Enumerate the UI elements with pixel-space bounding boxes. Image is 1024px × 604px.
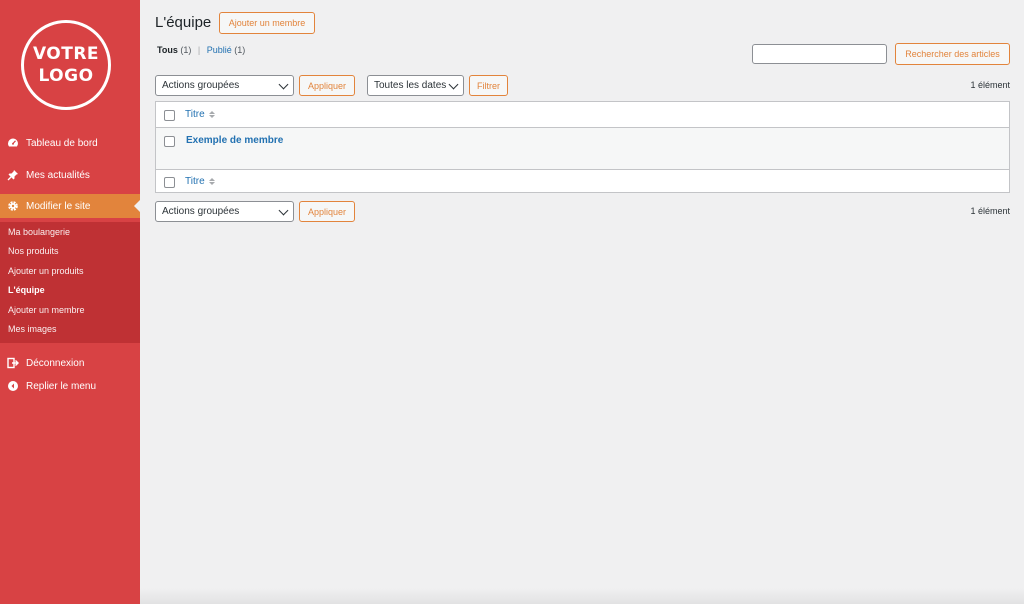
date-filter-select[interactable]: Toutes les dates: [367, 75, 464, 96]
logo-line-2: LOGO: [38, 66, 94, 86]
site-logo[interactable]: VOTRE LOGO: [21, 20, 111, 110]
column-title-header[interactable]: Titre: [185, 109, 205, 120]
row-title-link[interactable]: Exemple de membre: [186, 135, 283, 146]
search-input[interactable]: [752, 44, 887, 64]
sidebar-item-news[interactable]: Mes actualités: [0, 163, 140, 187]
gear-icon: [7, 200, 19, 212]
chevron-down-icon: [278, 205, 289, 216]
bulk-actions-select-top[interactable]: Actions groupées: [155, 75, 294, 96]
select-value: Actions groupées: [162, 206, 240, 217]
chevron-down-icon: [278, 79, 289, 90]
filter-published[interactable]: Publié: [207, 45, 232, 55]
pin-icon: [7, 169, 19, 181]
submenu-item-team[interactable]: L'équipe: [8, 285, 45, 295]
sidebar-item-dashboard[interactable]: Tableau de bord: [0, 131, 140, 155]
collapse-icon: [7, 380, 19, 392]
logo-line-1: VOTRE: [32, 44, 100, 64]
admin-sidebar: VOTRE LOGO Tableau de bord Mes actualité…: [0, 0, 140, 604]
status-filters: Tous (1) | Publié (1): [157, 45, 245, 55]
filter-published-count: (1): [234, 45, 246, 55]
sidebar-item-label: Tableau de bord: [26, 137, 98, 149]
submenu-item-add-product[interactable]: Ajouter un produits: [8, 266, 84, 276]
submenu-item-images[interactable]: Mes images: [8, 324, 57, 334]
filter-all[interactable]: Tous: [157, 45, 178, 55]
select-value: Toutes les dates: [374, 80, 447, 91]
sidebar-item-label: Replier le menu: [26, 380, 97, 392]
logout-icon: [7, 357, 19, 369]
page-title: L'équipe: [155, 14, 212, 31]
column-title-footer[interactable]: Titre: [185, 176, 205, 187]
posts-table: Titre Exemple de membre Titre: [155, 101, 1010, 193]
submenu-item-products[interactable]: Nos produits: [8, 246, 59, 256]
bulk-actions-select-bottom[interactable]: Actions groupées: [155, 201, 294, 222]
filter-all-count: (1): [180, 45, 192, 55]
sort-icon[interactable]: [209, 111, 215, 118]
table-row: Exemple de membre: [156, 128, 1009, 169]
submenu-item-bakery[interactable]: Ma boulangerie: [8, 227, 70, 237]
page-bottom-edge: [140, 588, 1024, 604]
dashboard-icon: [7, 137, 19, 149]
table-footer: Titre: [156, 169, 1009, 193]
sidebar-item-label: Déconnexion: [26, 357, 85, 369]
sidebar-item-label: Modifier le site: [26, 200, 91, 212]
sidebar-collapse-button[interactable]: Replier le menu: [0, 374, 140, 398]
filter-separator: |: [197, 45, 201, 55]
submenu-item-add-member[interactable]: Ajouter un membre: [8, 305, 85, 315]
add-member-button[interactable]: Ajouter un membre: [219, 12, 315, 34]
sidebar-submenu: Ma boulangerie Nos produits Ajouter un p…: [0, 222, 140, 343]
select-all-checkbox[interactable]: [164, 110, 175, 121]
items-count-bottom: 1 élément: [970, 206, 1010, 216]
row-checkbox[interactable]: [164, 136, 175, 147]
chevron-down-icon: [448, 79, 459, 90]
select-all-checkbox-footer[interactable]: [164, 177, 175, 188]
table-header: Titre: [156, 102, 1009, 128]
sidebar-item-logout[interactable]: Déconnexion: [0, 351, 140, 375]
filter-button[interactable]: Filtrer: [469, 75, 508, 96]
apply-button-bottom[interactable]: Appliquer: [299, 201, 355, 222]
search-button[interactable]: Rechercher des articles: [895, 43, 1010, 65]
select-value: Actions groupées: [162, 80, 240, 91]
sidebar-item-label: Mes actualités: [26, 169, 90, 181]
sort-icon[interactable]: [209, 178, 215, 185]
apply-button-top[interactable]: Appliquer: [299, 75, 355, 96]
sidebar-item-edit-site[interactable]: Modifier le site: [0, 194, 140, 218]
items-count-top: 1 élément: [970, 80, 1010, 90]
